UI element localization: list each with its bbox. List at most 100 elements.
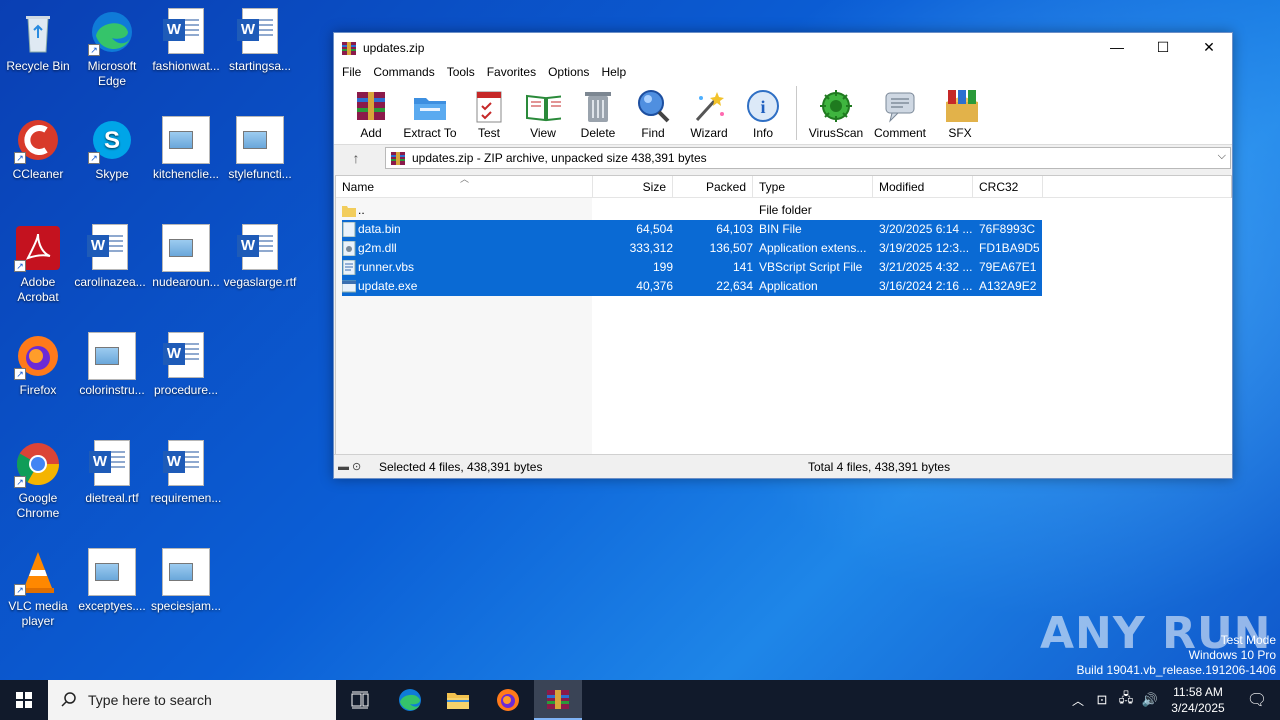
menu-help[interactable]: Help — [595, 65, 632, 79]
table-row[interactable]: .. File folder — [342, 201, 1042, 220]
address-field[interactable]: updates.zip - ZIP archive, unpacked size… — [385, 147, 1231, 169]
status-selected: Selected 4 files, 438,391 bytes — [379, 459, 543, 474]
icon-label: stylefuncti... — [228, 167, 292, 181]
extract-to-button[interactable]: Extract To — [394, 82, 466, 140]
edge-icon: ↗ — [88, 8, 136, 56]
row-crc: FD1BA9D5 — [979, 241, 1039, 255]
column-packed[interactable]: Packed — [673, 176, 753, 198]
taskbar-explorer-button[interactable] — [434, 680, 482, 720]
column-size[interactable]: Size — [593, 176, 673, 198]
desktop-icon-adobe-acrobat[interactable]: ↗ Adobe Acrobat — [0, 224, 76, 305]
title-bar[interactable]: updates.zip — ☐ ✕ — [334, 33, 1232, 62]
icon-label: Firefox — [19, 383, 57, 397]
chevron-up-icon[interactable]: ︿ — [1066, 692, 1090, 709]
row-name: update.exe — [358, 279, 418, 293]
comment-button[interactable]: Comment — [867, 82, 933, 140]
menu-options[interactable]: Options — [542, 65, 595, 79]
icon-label: Recycle Bin — [6, 59, 70, 73]
meet-now-icon[interactable]: ⊡ — [1090, 692, 1114, 708]
desktop-icon-fashionwat[interactable]: W fashionwat... — [148, 8, 224, 74]
table-row[interactable]: g2m.dll 333,312 136,507 Application exte… — [342, 239, 1042, 258]
wizard-button[interactable]: Wizard — [684, 82, 734, 140]
toolbar-label: Info — [752, 126, 773, 140]
close-button[interactable]: ✕ — [1186, 33, 1232, 62]
desktop-icon-vegaslarge[interactable]: W vegaslarge.rtf — [222, 224, 298, 290]
desktop-icon-ccleaner[interactable]: ↗ CCleaner — [0, 116, 76, 182]
chevron-down-icon[interactable]: ⌵ — [1218, 150, 1226, 163]
table-row[interactable]: data.bin 64,504 64,103 BIN File 3/20/202… — [342, 220, 1042, 239]
table-row[interactable]: runner.vbs 199 141 VBScript Script File … — [342, 258, 1042, 277]
column-crc32[interactable]: CRC32 — [973, 176, 1043, 198]
test-button[interactable]: Test — [466, 82, 512, 140]
desktop-icon-vlc[interactable]: ↗ VLC media player — [0, 548, 76, 629]
image-file-icon — [236, 116, 284, 164]
windows-watermark: Test Mode Windows 10 Pro Build 19041.vb_… — [1077, 633, 1277, 678]
sfx-button[interactable]: SFX — [933, 82, 987, 140]
desktop-icon-speciesjam[interactable]: speciesjam... — [148, 548, 224, 614]
start-button[interactable] — [0, 680, 48, 720]
icon-label: speciesjam... — [150, 599, 222, 613]
icon-label: CCleaner — [12, 167, 64, 181]
desktop-icon-procedure[interactable]: W procedure... — [148, 332, 224, 398]
table-row[interactable]: update.exe 40,376 22,634 Application 3/1… — [342, 277, 1042, 296]
maximize-button[interactable]: ☐ — [1140, 33, 1186, 62]
comment-icon — [885, 92, 915, 123]
desktop-icon-dietreal[interactable]: W dietreal.rtf — [74, 440, 150, 506]
drive-icon[interactable]: ▬ ⊙ — [338, 460, 374, 473]
row-packed: 64,103 — [716, 222, 753, 236]
desktop-icon-recycle-bin[interactable]: Recycle Bin — [0, 8, 76, 74]
desktop-icon-skype[interactable]: S ↗ Skype — [74, 116, 150, 182]
info-icon: i — [747, 90, 779, 122]
desktop-icon-edge[interactable]: ↗ Microsoft Edge — [74, 8, 150, 89]
row-type: File folder — [759, 203, 812, 217]
desktop-icon-exceptyes[interactable]: exceptyes.... — [74, 548, 150, 614]
desktop-icon-nudearoun[interactable]: nudearoun... — [148, 224, 224, 290]
search-input[interactable]: Type here to search — [48, 680, 336, 720]
column-modified[interactable]: Modified — [873, 176, 973, 198]
notification-icon[interactable]: 🗨 — [1234, 690, 1280, 710]
desktop-icon-kitchenclie[interactable]: kitchenclie... — [148, 116, 224, 182]
task-view-button[interactable] — [336, 680, 384, 720]
menu-tools[interactable]: Tools — [441, 65, 481, 79]
find-button[interactable]: Find — [622, 82, 684, 140]
toolbar-label: SFX — [948, 126, 972, 140]
add-button[interactable]: Add — [348, 82, 394, 140]
delete-button[interactable]: Delete — [574, 82, 622, 140]
column-type[interactable]: Type — [753, 176, 873, 198]
row-type: Application extens... — [759, 241, 867, 255]
minimize-button[interactable]: — — [1094, 33, 1140, 62]
script-file-icon — [342, 260, 356, 275]
toolbar-label: VirusScan — [808, 126, 864, 140]
view-button[interactable]: View — [512, 82, 574, 140]
desktop-icon-google-chrome[interactable]: ↗ Google Chrome — [0, 440, 76, 521]
desktop-icon-startingsa[interactable]: W startingsa... — [222, 8, 298, 74]
taskbar-firefox-button[interactable] — [484, 680, 532, 720]
network-icon[interactable]: 🖧 — [1114, 689, 1138, 711]
desktop-icon-requiremen[interactable]: W requiremen... — [148, 440, 224, 506]
taskbar-winrar-button[interactable] — [534, 680, 582, 720]
up-arrow-icon[interactable]: ↑ — [334, 150, 378, 166]
icon-label: requiremen... — [150, 491, 222, 505]
skype-icon: S ↗ — [88, 116, 136, 164]
clock[interactable]: 11:58 AM 3/24/2025 — [1162, 684, 1234, 716]
toolbar: Add Extract To Test View Delete Find Wiz… — [334, 82, 1232, 144]
menu-file[interactable]: File — [336, 65, 367, 79]
toolbar-label: Find — [641, 126, 665, 140]
menu-commands[interactable]: Commands — [367, 65, 440, 79]
word-doc-icon: W — [236, 8, 284, 56]
info-button[interactable]: i Info — [734, 82, 792, 140]
firefox-icon — [497, 689, 519, 711]
winrar-icon — [547, 690, 569, 709]
desktop-icon-carolinazea[interactable]: W carolinazea... — [72, 224, 148, 290]
volume-icon[interactable]: 🔊 — [1138, 692, 1162, 708]
desktop-icon-stylefuncti[interactable]: stylefuncti... — [222, 116, 298, 182]
desktop-icon-colorinstru[interactable]: colorinstru... — [74, 332, 150, 398]
archive-icon — [391, 152, 405, 165]
taskbar-edge-button[interactable] — [386, 680, 434, 720]
icon-label: Microsoft Edge — [87, 59, 137, 88]
virusscan-button[interactable]: VirusScan — [805, 82, 867, 140]
menu-favorites[interactable]: Favorites — [481, 65, 542, 79]
toolbar-label: Comment — [873, 126, 926, 140]
icon-label: dietreal.rtf — [85, 491, 139, 505]
desktop-icon-firefox[interactable]: ↗ Firefox — [0, 332, 76, 398]
